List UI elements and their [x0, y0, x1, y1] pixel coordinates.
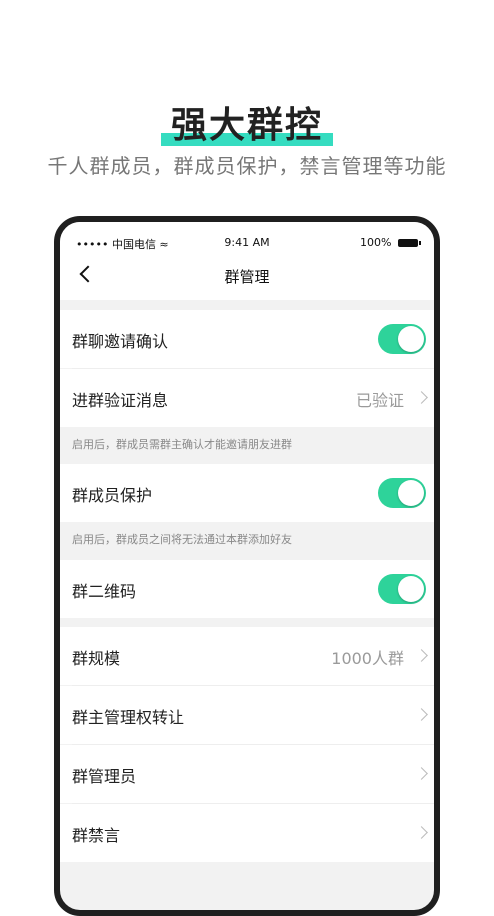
transfer-owner-row[interactable]: 群主管理权转让 — [60, 686, 434, 744]
chevron-right-icon — [415, 708, 428, 721]
group-size-label: 群规模 — [72, 649, 121, 668]
transfer-owner-label: 群主管理权转让 — [72, 708, 185, 727]
member-protect-label: 群成员保护 — [72, 486, 153, 505]
qr-code-label: 群二维码 — [72, 582, 137, 601]
member-protect-row: 群成员保护 — [60, 464, 434, 522]
mute-row[interactable]: 群禁言 — [60, 804, 434, 862]
chevron-right-icon — [415, 826, 428, 839]
battery-indicator: 100% — [360, 236, 421, 249]
group-size-value: 1000人群 — [331, 649, 404, 668]
chevron-right-icon — [415, 391, 428, 404]
battery-icon — [398, 239, 421, 247]
phone-frame: ••••• 中国电信 ≈ 9:41 AM 100% 群管理 群聊邀请确认 进群验… — [54, 216, 440, 916]
protect-note: 启用后，群成员之间将无法通过本群添加好友 — [72, 533, 292, 546]
invite-confirm-row: 群聊邀请确认 — [60, 310, 434, 368]
invite-confirm-toggle[interactable] — [378, 324, 426, 354]
invite-confirm-label: 群聊邀请确认 — [72, 332, 169, 351]
headline: 强大群控 — [0, 96, 494, 148]
join-verify-value: 已验证 — [355, 391, 404, 410]
mute-label: 群禁言 — [72, 826, 121, 845]
headline-title: 强大群控 — [170, 105, 323, 146]
chevron-right-icon — [415, 767, 428, 780]
battery-percent: 100% — [360, 236, 392, 249]
chevron-right-icon — [415, 649, 428, 662]
headline-subtitle: 千人群成员，群成员保护，禁言管理等功能 — [47, 154, 447, 178]
admins-label: 群管理员 — [72, 767, 137, 786]
status-bar: ••••• 中国电信 ≈ 9:41 AM 100% — [60, 222, 434, 251]
join-verify-label: 进群验证消息 — [72, 391, 169, 410]
page-title: 群管理 — [224, 268, 270, 286]
nav-bar: 群管理 — [60, 250, 434, 300]
group-size-row[interactable]: 群规模 1000人群 — [60, 627, 434, 685]
toggle-knob — [398, 480, 424, 506]
member-protect-toggle[interactable] — [378, 478, 426, 508]
toggle-knob — [398, 576, 424, 602]
qr-code-row: 群二维码 — [60, 560, 434, 618]
admins-row[interactable]: 群管理员 — [60, 745, 434, 803]
qr-code-toggle[interactable] — [378, 574, 426, 604]
join-verify-row[interactable]: 进群验证消息 已验证 — [60, 369, 434, 427]
toggle-knob — [398, 326, 424, 352]
invite-note: 启用后，群成员需群主确认才能邀请朋友进群 — [72, 438, 292, 451]
headline-title-wrap: 强大群控 — [160, 96, 333, 148]
